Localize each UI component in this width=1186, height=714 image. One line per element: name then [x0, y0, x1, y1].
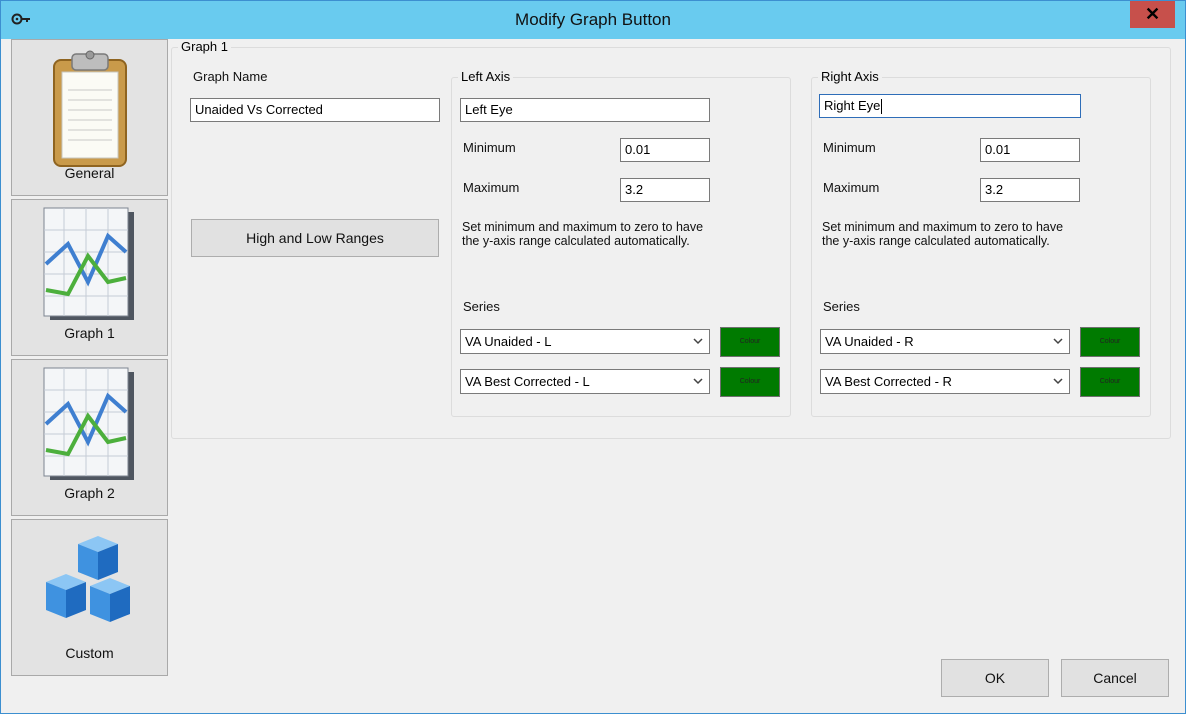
graph-name-input[interactable]: Unaided Vs Corrected: [190, 98, 440, 122]
left-maximum-input[interactable]: 3.2: [620, 178, 710, 202]
right-minimum-input[interactable]: 0.01: [980, 138, 1080, 162]
right-series-label: Series: [823, 299, 860, 314]
left-series-1-colour-button[interactable]: Colour: [720, 327, 780, 357]
nav-graph1-label: Graph 1: [64, 325, 115, 341]
right-series-1-colour-button[interactable]: Colour: [1080, 327, 1140, 357]
line-chart-icon: [43, 207, 134, 320]
right-series-1-value: VA Unaided - R: [825, 334, 914, 349]
nav-custom-button[interactable]: Custom: [11, 519, 168, 676]
close-icon: ✕: [1144, 4, 1161, 24]
right-series-1-select[interactable]: VA Unaided - R: [820, 329, 1070, 354]
left-minimum-label: Minimum: [463, 140, 516, 155]
left-maximum-label: Maximum: [463, 180, 520, 195]
line-chart-icon: [43, 367, 134, 480]
nav-general-button[interactable]: General: [11, 39, 168, 196]
chevron-down-icon: [1053, 338, 1063, 345]
right-maximum-label: Maximum: [823, 180, 880, 195]
left-series-2-select[interactable]: VA Best Corrected - L: [460, 369, 710, 394]
high-low-ranges-button[interactable]: High and Low Ranges: [191, 219, 439, 257]
right-axis-hint: Set minimum and maximum to zero to have …: [822, 220, 1064, 248]
nav-graph2-button[interactable]: Graph 2: [11, 359, 168, 516]
nav-custom-label: Custom: [65, 645, 114, 661]
close-button[interactable]: ✕: [1130, 1, 1175, 28]
left-series-2-colour-button[interactable]: Colour: [720, 367, 780, 397]
window-title: Modify Graph Button: [515, 10, 671, 29]
right-maximum-input[interactable]: 3.2: [980, 178, 1080, 202]
modify-graph-window: Modify Graph Button ✕ General Graph 1 Gr…: [0, 0, 1186, 714]
chevron-down-icon: [1053, 378, 1063, 385]
nav-graph2-label: Graph 2: [64, 485, 115, 501]
left-series-2-value: VA Best Corrected - L: [465, 374, 590, 389]
clipboard-icon: [53, 50, 127, 167]
right-series-2-colour-button[interactable]: Colour: [1080, 367, 1140, 397]
left-axis-hint: Set minimum and maximum to zero to have …: [462, 220, 704, 248]
nav-graph1-button[interactable]: Graph 1: [11, 199, 168, 356]
left-axis-title: Left Axis: [458, 69, 514, 84]
left-axis-name-input[interactable]: Left Eye: [460, 98, 710, 122]
left-series-1-value: VA Unaided - L: [465, 334, 552, 349]
left-series-label: Series: [463, 299, 500, 314]
left-minimum-input[interactable]: 0.01: [620, 138, 710, 162]
chevron-down-icon: [693, 338, 703, 345]
right-axis-title: Right Axis: [818, 69, 882, 84]
right-axis-name-input[interactable]: Right Eye: [819, 94, 1081, 118]
cancel-button[interactable]: Cancel: [1061, 659, 1169, 697]
cubes-icon: [46, 536, 130, 622]
right-series-2-value: VA Best Corrected - R: [825, 374, 952, 389]
title-bar[interactable]: Modify Graph Button ✕: [1, 1, 1185, 39]
nav-general-label: General: [64, 165, 115, 181]
chevron-down-icon: [693, 378, 703, 385]
right-minimum-label: Minimum: [823, 140, 876, 155]
graph-name-label: Graph Name: [193, 69, 268, 84]
ok-button[interactable]: OK: [941, 659, 1049, 697]
right-series-2-select[interactable]: VA Best Corrected - R: [820, 369, 1070, 394]
text-caret: [881, 99, 883, 115]
right-axis-name-value: Right Eye: [824, 98, 881, 113]
graph-groupbox-title: Graph 1: [178, 39, 231, 54]
left-series-1-select[interactable]: VA Unaided - L: [460, 329, 710, 354]
